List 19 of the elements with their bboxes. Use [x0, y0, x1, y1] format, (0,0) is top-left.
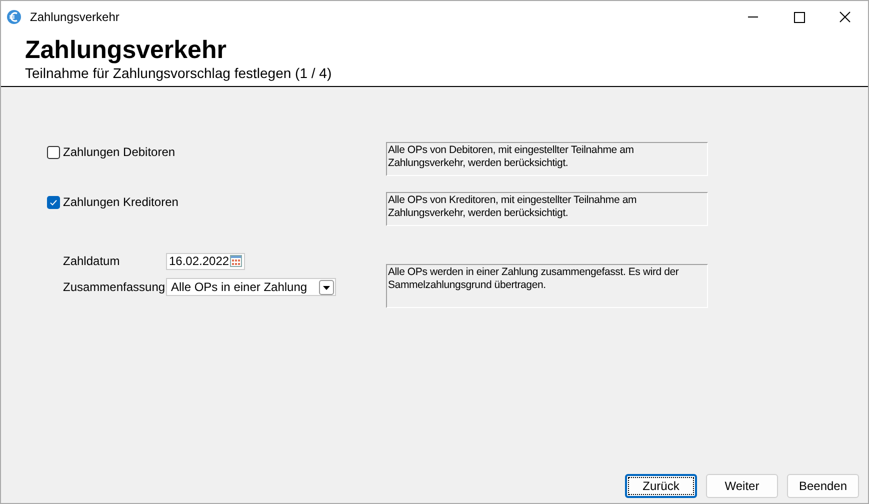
window-title: Zahlungsverkehr	[30, 10, 120, 24]
dialog-button[interactable]: Weiter	[706, 474, 778, 498]
page-subtitle: Teilnahme für Zahlungsvorschlag festlegen (1 / 4)	[25, 65, 333, 82]
checkbox[interactable]	[47, 196, 60, 208]
info-text: Alle OPs von Debitoren, mit eingestellter Teilnahme am Zahlungsverkehr, werden berücksichtigt.	[386, 142, 708, 176]
field-label: Zusammenfassung	[63, 280, 166, 294]
calendar-icon[interactable]	[230, 255, 242, 267]
field-label: Zahldatum	[63, 254, 121, 268]
checkbox-label[interactable]: Zahlungen Kreditoren	[63, 195, 178, 209]
dialog-button[interactable]: Zurück	[625, 474, 697, 498]
page-title: Zahlungsverkehr	[25, 36, 228, 65]
euro-icon	[6, 8, 22, 24]
date-field[interactable]: 16.02.2022	[166, 252, 246, 270]
info-text: Alle OPs werden in einer Zahlung zusammengefasst. Es wird der Sammelzahlungsgrund übertragen.	[386, 264, 708, 308]
info-text: Alle OPs von Kreditoren, mit eingestellter Teilnahme am Zahlungsverkehr, werden berücksichtigt.	[386, 192, 708, 226]
dropdown[interactable]: Alle OPs in einer Zahlung	[166, 278, 336, 296]
checkbox-label[interactable]: Zahlungen Debitoren	[63, 145, 176, 159]
checkbox[interactable]	[47, 146, 60, 158]
dialog-button[interactable]: Beenden	[787, 474, 859, 498]
